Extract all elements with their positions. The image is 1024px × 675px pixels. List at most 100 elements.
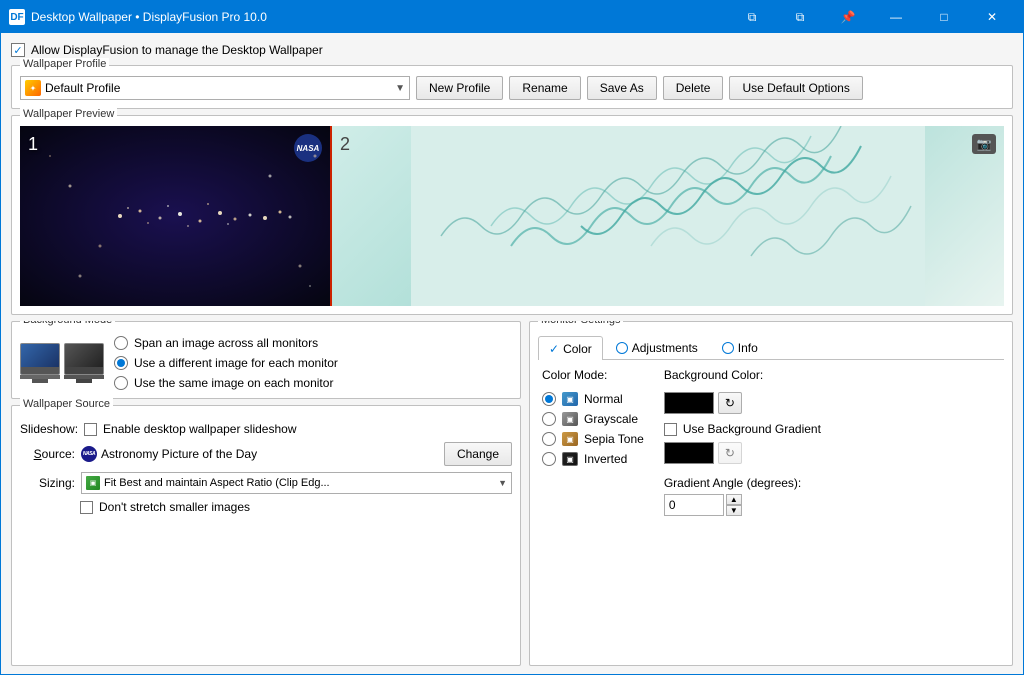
bg-mode-content: Span an image across all monitors Use a … [20, 336, 512, 390]
dont-stretch-label: Don't stretch smaller images [99, 500, 250, 514]
angle-input-row: ▲ ▼ [664, 494, 821, 516]
color-radio-sepia[interactable]: ▣ Sepia Tone [542, 432, 644, 446]
monitor-icon-1 [20, 343, 60, 383]
tile-btn-1[interactable]: ⧉ [729, 1, 775, 33]
color-mode-row: Color Mode: ▣ Normal ▣ [542, 368, 1000, 516]
color-radio-normal[interactable]: ▣ Normal [542, 392, 644, 406]
maximize-btn[interactable]: □ [921, 1, 967, 33]
slideshow-label: Slideshow: [20, 422, 78, 436]
color-mode-sepia-label: Sepia Tone [584, 432, 644, 446]
angle-spinner: ▲ ▼ [726, 494, 742, 516]
tab-color-check-icon: ✓ [549, 342, 559, 356]
inverted-icon: ▣ [562, 452, 578, 466]
source-value-group: NASA Astronomy Picture of the Day [81, 446, 438, 462]
use-default-options-button[interactable]: Use Default Options [729, 76, 862, 100]
allow-label: Allow DisplayFusion to manage the Deskto… [31, 43, 323, 57]
tab-adjustments[interactable]: Adjustments [605, 336, 709, 359]
save-as-button[interactable]: Save As [587, 76, 657, 100]
wallpaper-source-title: Wallpaper Source [20, 398, 113, 410]
tab-adjustments-label: Adjustments [632, 341, 698, 355]
right-column: Monitor Settings ✓ Color Adjustments [529, 321, 1013, 666]
new-profile-button[interactable]: New Profile [416, 76, 503, 100]
color-mode-normal-label: Normal [584, 392, 623, 406]
gradient-angle-section: Gradient Angle (degrees): ▲ ▼ [664, 476, 821, 516]
allow-checkbox[interactable]: ✓ [11, 43, 25, 57]
gradient-color-swatch[interactable] [664, 442, 714, 464]
radio-inverted-input[interactable] [542, 452, 556, 466]
color-mode-inverted-label: Inverted [584, 452, 627, 466]
sizing-row: Sizing: ▣ Fit Best and maintain Aspect R… [20, 472, 512, 494]
minimize-btn[interactable]: — [873, 1, 919, 33]
angle-increment-button[interactable]: ▲ [726, 494, 742, 505]
tab-info-circle-icon [722, 342, 734, 354]
tab-color-content: Color Mode: ▣ Normal ▣ [538, 360, 1004, 524]
wallpaper-profile-section: Wallpaper Profile ✦ Default Profile ▼ Ne… [11, 65, 1013, 109]
radio-sepia-input[interactable] [542, 432, 556, 446]
normal-icon: ▣ [562, 392, 578, 406]
profile-selected: Default Profile [45, 81, 395, 95]
radio-span-input[interactable] [114, 336, 128, 350]
color-radio-inverted[interactable]: ▣ Inverted [542, 452, 644, 466]
radio-grayscale-input[interactable] [542, 412, 556, 426]
slideshow-row: Slideshow: Enable desktop wallpaper slid… [20, 422, 512, 436]
radio-different[interactable]: Use a different image for each monitor [114, 356, 338, 370]
bottom-row: Background Mode [11, 321, 1013, 666]
change-source-button[interactable]: Change [444, 442, 512, 466]
gradient-angle-input[interactable] [664, 494, 724, 516]
color-mode-label: Color Mode: [542, 368, 644, 382]
slideshow-checkbox[interactable] [84, 423, 97, 436]
monitor-image-1 [20, 343, 60, 375]
monitor-2-preview[interactable]: 2 📷 [332, 126, 1004, 306]
app-icon: DF [9, 9, 25, 25]
tab-info[interactable]: Info [711, 336, 769, 359]
main-window: DF Desktop Wallpaper • DisplayFusion Pro… [0, 0, 1024, 675]
radio-normal-input[interactable] [542, 392, 556, 406]
delete-button[interactable]: Delete [663, 76, 724, 100]
wave-visual [332, 126, 1004, 306]
radio-same-input[interactable] [114, 376, 128, 390]
tabs-row: ✓ Color Adjustments Info [538, 336, 1004, 360]
profile-icon: ✦ [25, 80, 41, 96]
angle-decrement-button[interactable]: ▼ [726, 505, 742, 516]
source-row: Source: NASA Astronomy Picture of the Da… [20, 442, 512, 466]
tab-color-label: Color [563, 342, 592, 356]
pin-btn[interactable]: 📌 [825, 1, 871, 33]
dont-stretch-checkbox[interactable] [80, 501, 93, 514]
radio-same[interactable]: Use the same image on each monitor [114, 376, 338, 390]
wallpaper-source-section: Wallpaper Source Slideshow: Enable deskt… [11, 405, 521, 666]
source-text: Astronomy Picture of the Day [101, 447, 257, 461]
color-radio-grayscale[interactable]: ▣ Grayscale [542, 412, 644, 426]
monitor-1-preview[interactable]: 1 NASA [20, 126, 330, 306]
close-btn[interactable]: ✕ [969, 1, 1015, 33]
monitor-settings-title: Monitor Settings [538, 321, 623, 326]
radio-span-label: Span an image across all monitors [134, 336, 318, 350]
tab-adjustments-circle-icon [616, 342, 628, 354]
rename-button[interactable]: Rename [509, 76, 580, 100]
bg-color-picker-button[interactable]: ↻ [718, 392, 742, 414]
bg-color-swatch[interactable] [664, 392, 714, 414]
radio-same-label: Use the same image on each monitor [134, 376, 333, 390]
tab-color[interactable]: ✓ Color [538, 336, 603, 360]
sepia-icon: ▣ [562, 432, 578, 446]
monitor-icon-2 [64, 343, 104, 383]
radio-different-label: Use a different image for each monitor [134, 356, 338, 370]
monitor-icons-group [20, 343, 104, 383]
window-controls: ⧉ ⧉ 📌 — □ ✕ [729, 1, 1015, 33]
tile-btn-2[interactable]: ⧉ [777, 1, 823, 33]
wallpaper-profile-title: Wallpaper Profile [20, 58, 109, 70]
titlebar: DF Desktop Wallpaper • DisplayFusion Pro… [1, 1, 1023, 33]
gradient-color-picker-button[interactable]: ↻ [718, 442, 742, 464]
color-mode-grayscale-label: Grayscale [584, 412, 638, 426]
slideshow-checkbox-label: Enable desktop wallpaper slideshow [103, 422, 296, 436]
sizing-select[interactable]: ▣ Fit Best and maintain Aspect Ratio (Cl… [81, 472, 512, 494]
profile-row: ✦ Default Profile ▼ New Profile Rename S… [20, 76, 1004, 100]
gradient-color-row: ↻ [664, 442, 821, 464]
radio-different-input[interactable] [114, 356, 128, 370]
bg-color-row: ↻ [664, 392, 821, 414]
use-gradient-checkbox[interactable] [664, 423, 677, 436]
preview-area: 1 NASA [20, 126, 1004, 306]
color-mode-col: Color Mode: ▣ Normal ▣ [542, 368, 644, 516]
profile-select[interactable]: ✦ Default Profile ▼ [20, 76, 410, 100]
radio-span[interactable]: Span an image across all monitors [114, 336, 338, 350]
use-gradient-label: Use Background Gradient [683, 422, 821, 436]
